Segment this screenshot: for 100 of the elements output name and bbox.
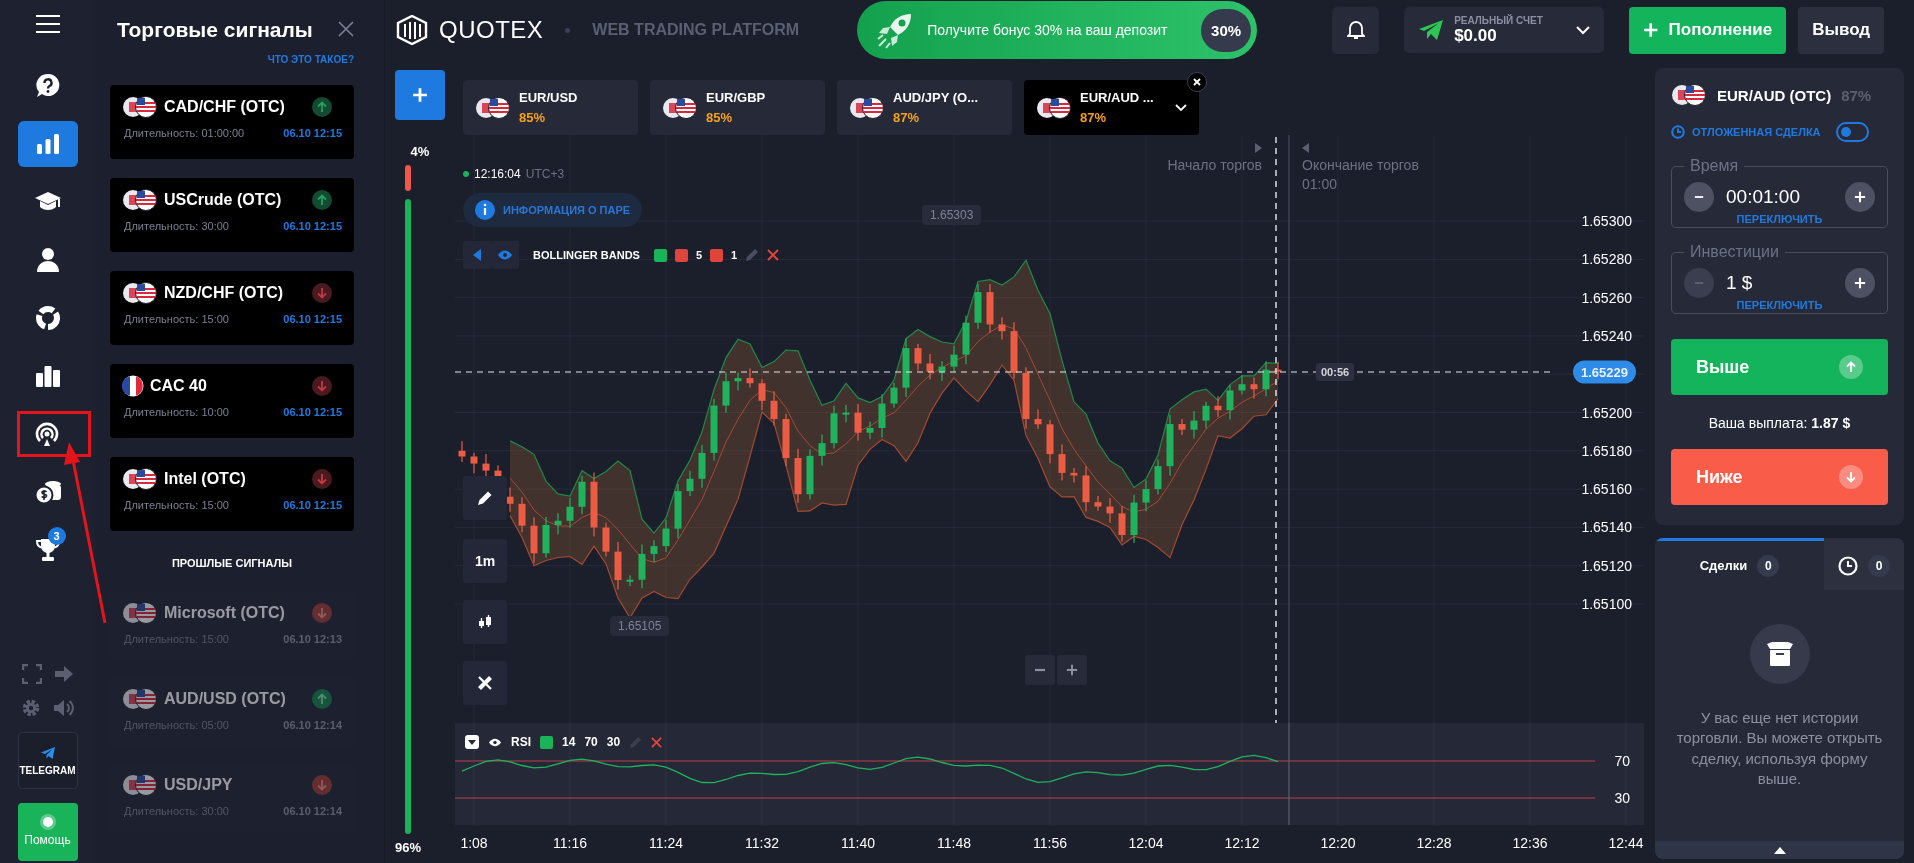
drawing-tools-button[interactable] <box>463 661 507 705</box>
time-tick: 12:44 <box>1608 835 1644 851</box>
time-tick: 12:12 <box>1224 835 1260 851</box>
minus-icon <box>1034 668 1046 672</box>
signal-card[interactable]: USCrude (OTC) Длительность: 30:00 06.10 12:15 <box>110 178 354 252</box>
paper-plane-icon <box>39 745 56 760</box>
help-icon <box>34 73 61 99</box>
signal-card[interactable]: NZD/CHF (OTC) Длительность: 15:00 06.10 12:15 <box>110 271 354 345</box>
asset-name: Microsoft (OTC) <box>164 604 286 622</box>
info-icon <box>475 200 495 220</box>
eye-icon[interactable] <box>488 737 502 747</box>
signal-card[interactable]: CAC 40 Длительность: 10:00 06.10 12:15 <box>110 364 354 438</box>
sidebar-item[interactable] <box>17 121 78 167</box>
withdraw-button[interactable]: Вывод <box>1798 6 1885 54</box>
account-selector[interactable]: РЕАЛЬНЫЙ СЧЕТ $0.00 <box>1404 7 1605 53</box>
color-swatch[interactable] <box>653 248 667 262</box>
price-tick: 1.65180 <box>1581 442 1632 459</box>
low-price-label: 1.65105 <box>610 616 670 636</box>
asset-tab[interactable]: EUR/USD 85% <box>463 80 638 135</box>
plus-icon <box>412 87 428 103</box>
signal-card[interactable]: Intel (OTC) Длительность: 15:00 06.10 12:15 <box>110 457 354 531</box>
increase-button[interactable] <box>1845 182 1875 212</box>
signal-time: 06.10 12:15 <box>283 220 342 232</box>
fullscreen-icon[interactable] <box>21 664 42 684</box>
chart-type-button[interactable] <box>463 600 507 644</box>
speaker-icon[interactable] <box>52 698 75 718</box>
color-swatch[interactable] <box>710 248 724 262</box>
asset-tab[interactable]: AUD/JPY (O... 87% <box>837 80 1012 135</box>
close-icon[interactable] <box>651 736 663 748</box>
minus-icon <box>1694 195 1704 199</box>
signal-duration: Длительность: 15:00 <box>124 499 229 511</box>
decrease-button[interactable] <box>1684 182 1714 212</box>
signal-duration: Длительность: 15:00 <box>124 313 229 325</box>
caret-up-icon[interactable] <box>1773 846 1786 854</box>
help-link[interactable]: ЧТО ЭТО ТАКОЕ? <box>267 54 354 65</box>
status-dot-icon <box>42 817 53 827</box>
time-field[interactable]: Время 00:01:00 ПЕРЕКЛЮЧИТЬ <box>1671 156 1888 228</box>
currency-flags-icon <box>475 96 511 119</box>
panel-title: Торговые сигналы <box>117 18 313 42</box>
signal-duration: Длительность: 10:00 <box>124 406 229 418</box>
platform-subtitle: WEB TRADING PLATFORM <box>592 21 800 39</box>
notifications-button[interactable] <box>1332 6 1380 54</box>
current-price-label: 1.65229 <box>1573 360 1636 384</box>
bonus-badge: 30% <box>1201 8 1252 52</box>
close-tab-button[interactable] <box>1187 72 1207 92</box>
time-tick: 12:04 <box>1128 835 1164 851</box>
visibility-button[interactable] <box>491 241 519 269</box>
telegram-button[interactable]: TELEGRAM <box>17 732 78 789</box>
signal-time: 06.10 12:15 <box>283 313 342 325</box>
sidebar-item[interactable]: 3 <box>17 527 78 573</box>
arrow-right-icon[interactable] <box>53 665 74 683</box>
price-tick: 1.65100 <box>1581 596 1632 612</box>
payout-percent: 87% <box>1841 86 1872 104</box>
section-heading: ПРОШЛЫЕ СИГНАЛЫ <box>170 557 294 569</box>
trading-start-label: Начало торгов <box>1167 157 1262 173</box>
add-asset-button[interactable] <box>395 70 445 120</box>
high-price-label: 1.65303 <box>922 205 982 225</box>
empty-history-message: У вас еще нет истории торговли. Вы можете открыть сделку, используя форму выше. <box>1675 708 1884 789</box>
trading-end-time: 01:00 <box>1302 176 1338 192</box>
asset-tab[interactable]: EUR/AUD ... 87% <box>1024 80 1199 135</box>
collapse-button[interactable] <box>465 735 479 749</box>
investment-field[interactable]: Инвестиции 1 $ ПЕРЕКЛЮЧИТЬ <box>1671 242 1888 314</box>
logo-text: QUOTEX <box>439 16 544 44</box>
bonus-banner[interactable]: Получите бонус 30% на ваш депозит 30% <box>857 1 1258 59</box>
payout-text: Ваша выплата: 1.87 $ <box>1707 415 1852 431</box>
bonus-text: Получите бонус 30% на ваш депозит <box>927 22 1169 38</box>
time-tick: 11:24 <box>649 835 683 851</box>
asset-name: AUD/USD (OTC) <box>164 690 287 708</box>
caret-down-icon <box>468 739 476 745</box>
price-tick: 1.65300 <box>1581 213 1632 229</box>
zoom-out-button[interactable] <box>1025 655 1055 685</box>
indicator-name: RSI <box>511 735 531 749</box>
zoom-in-button[interactable] <box>1057 655 1087 685</box>
signal-duration: Длительность: 30:00 <box>124 220 229 232</box>
candlestick-icon <box>478 614 492 630</box>
server-time: 12:16:04 <box>474 167 521 181</box>
asset-name: CAD/CHF (OTC) <box>164 98 286 116</box>
countdown-label: 00:56 <box>1316 363 1355 381</box>
sidebar-item[interactable] <box>17 411 91 457</box>
graduation-cap-icon <box>33 191 62 213</box>
timeframe-button[interactable]: 1m <box>463 539 507 583</box>
close-icon[interactable] <box>767 249 780 261</box>
toggle-switch[interactable] <box>1835 122 1869 142</box>
increase-button[interactable] <box>1845 268 1875 298</box>
price-tick: 1.65260 <box>1581 289 1632 306</box>
time-tick: 12:36 <box>1512 835 1548 851</box>
trades-tab[interactable]: 0 <box>1824 538 1904 590</box>
color-swatch[interactable] <box>674 248 688 262</box>
chevron-down-icon <box>1576 25 1591 35</box>
asset-name: Intel (OTC) <box>164 470 247 488</box>
price-tick: 1.65240 <box>1581 327 1632 344</box>
signal-time: 06.10 12:15 <box>283 127 342 139</box>
ruler-pencil-icon <box>476 674 494 692</box>
draw-tool-button[interactable] <box>463 476 507 520</box>
color-swatch[interactable] <box>540 735 553 749</box>
currency-flags-icon <box>122 688 158 710</box>
settings-icon[interactable] <box>20 698 41 718</box>
asset-tab[interactable]: EUR/GBP 85% <box>650 80 825 135</box>
pencil-icon <box>477 490 493 506</box>
signal-card[interactable]: CAD/CHF (OTC) Длительность: 01:00:00 06.10 12:15 <box>110 85 354 159</box>
